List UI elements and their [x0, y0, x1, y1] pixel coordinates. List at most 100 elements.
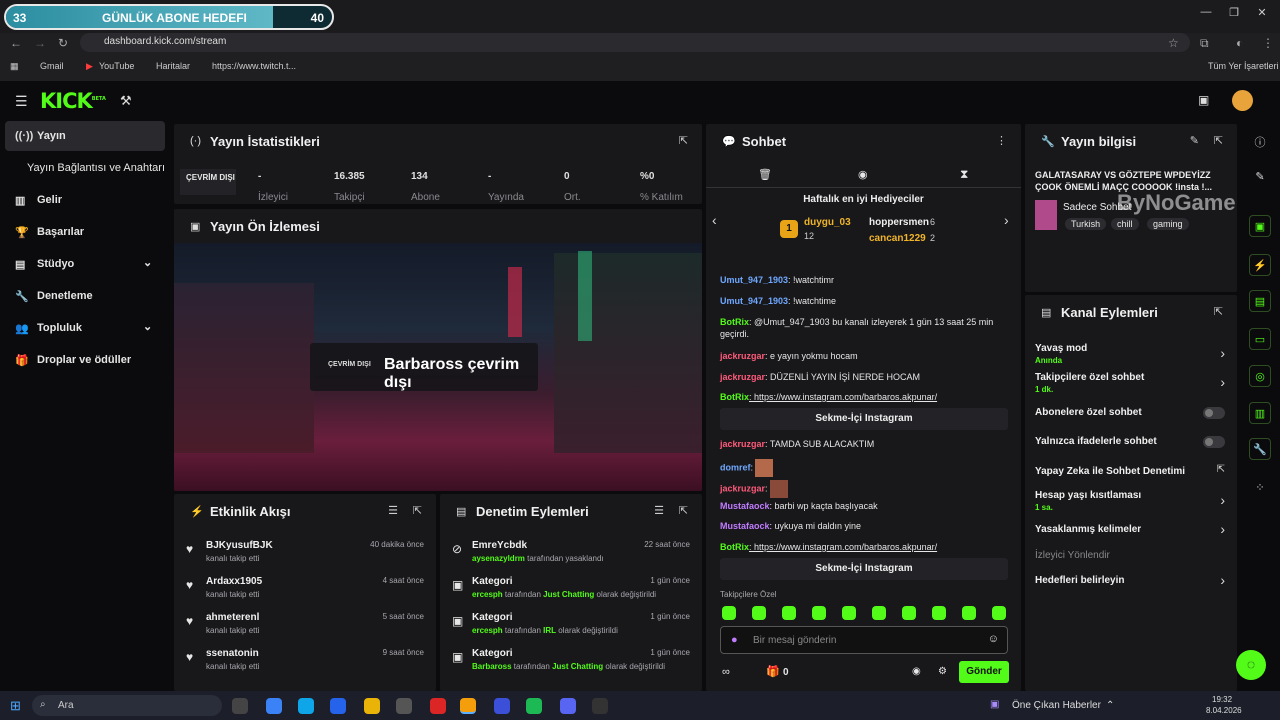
info-icon[interactable]: ⓘ: [1249, 130, 1271, 152]
chevron-right-icon[interactable]: ›: [1004, 212, 1009, 228]
emote[interactable]: [872, 606, 886, 620]
action-subs-only[interactable]: Abonelere özel sohbet: [1035, 407, 1215, 418]
explorer-icon[interactable]: [364, 698, 380, 714]
instagram-button[interactable]: Sekme-İçi Instagram: [720, 408, 1008, 430]
bolt-icon[interactable]: ⚡: [1249, 254, 1271, 276]
rail-icon[interactable]: ▥: [1249, 402, 1271, 424]
external-link-icon[interactable]: ⇱: [1217, 464, 1225, 475]
star-icon[interactable]: ☆: [1168, 36, 1179, 50]
bookmark-youtube[interactable]: YouTube: [99, 61, 134, 71]
avatar[interactable]: [1232, 90, 1253, 111]
extensions-icon[interactable]: ⧉: [1200, 36, 1209, 51]
emote[interactable]: [842, 606, 856, 620]
action-account-age[interactable]: Hesap yaşı kısıtlaması 1 sa.: [1035, 490, 1215, 512]
chevron-right-icon[interactable]: ›: [1220, 521, 1225, 537]
tools-icon[interactable]: ⚒: [120, 93, 132, 109]
minimize-icon[interactable]: —: [1196, 6, 1216, 22]
emoji-icon[interactable]: ☺: [988, 633, 999, 645]
chevron-right-icon[interactable]: ›: [1220, 572, 1225, 588]
chevron-left-icon[interactable]: ‹: [712, 212, 717, 228]
wallet-icon[interactable]: ▣: [1198, 93, 1209, 107]
chevron-right-icon[interactable]: ›: [1220, 374, 1225, 390]
copilot-icon[interactable]: [266, 698, 282, 714]
action-emotes-only[interactable]: Yalnızca ifadelerle sohbet: [1035, 436, 1215, 447]
action-slow-mode[interactable]: Yavaş mod Anında: [1035, 343, 1215, 365]
app-icon[interactable]: [494, 698, 510, 714]
emote[interactable]: [962, 606, 976, 620]
rail-icon[interactable]: ▤: [1249, 290, 1271, 312]
sidebar-item-denetleme[interactable]: 🔧 Denetleme: [5, 281, 165, 311]
chevron-right-icon[interactable]: ›: [1220, 492, 1225, 508]
chat-settings-icon[interactable]: ◉: [912, 666, 921, 677]
store-icon[interactable]: [330, 698, 346, 714]
chrome-icon[interactable]: [460, 698, 476, 714]
news-label[interactable]: Öne Çıkan Haberler: [1012, 700, 1101, 711]
hamburger-icon[interactable]: ☰: [15, 93, 28, 110]
bookmark-maps[interactable]: Haritalar: [156, 61, 190, 71]
sidebar-item-droplar[interactable]: 🎁 Droplar ve ödüller: [5, 345, 165, 375]
chevron-up-icon[interactable]: ⌃: [1106, 700, 1114, 711]
wrench-icon[interactable]: 🔧: [1249, 438, 1271, 460]
edit-icon[interactable]: ✎: [1190, 134, 1199, 147]
emote[interactable]: [722, 606, 736, 620]
popout-icon[interactable]: ⇱: [413, 504, 422, 517]
sidebar-item-topluluk[interactable]: 👥 Topluluk ⌄: [5, 313, 165, 343]
popout-icon[interactable]: ⇱: [1214, 134, 1223, 147]
sidebar-item-basarilar[interactable]: 🏆 Başarılar: [5, 217, 165, 247]
edit-icon[interactable]: ✎: [1249, 166, 1271, 188]
back-icon[interactable]: ←: [10, 36, 22, 50]
bookmark-all[interactable]: Tüm Yer İşaretleri: [1208, 61, 1279, 71]
obs-icon[interactable]: [592, 698, 608, 714]
apps-icon[interactable]: ▦: [10, 61, 19, 72]
action-followers-only[interactable]: Takipçilere özel sohbet 1 dk.: [1035, 372, 1215, 394]
forward-icon[interactable]: →: [34, 36, 46, 50]
sidebar-item-yayin[interactable]: ((·)) Yayın: [5, 121, 165, 151]
hourglass-icon[interactable]: ⧗: [960, 167, 968, 182]
gift-icon[interactable]: 🎁: [766, 665, 780, 678]
menu-icon[interactable]: ⋮: [1262, 36, 1274, 50]
emote[interactable]: [752, 606, 766, 620]
toggle-switch[interactable]: [1203, 436, 1225, 448]
popout-icon[interactable]: ⇱: [679, 504, 688, 517]
chevron-right-icon[interactable]: ›: [1220, 345, 1225, 361]
windows-icon[interactable]: ⊞: [10, 698, 21, 714]
reload-icon[interactable]: ↻: [58, 36, 68, 50]
bookmark-twitch[interactable]: https://www.twitch.t...: [212, 61, 296, 71]
emote[interactable]: [992, 606, 1006, 620]
filter-icon[interactable]: ☰: [388, 504, 398, 517]
spotify-icon[interactable]: [526, 698, 542, 714]
taskbar-search[interactable]: ⌕ Ara: [32, 695, 222, 716]
close-icon[interactable]: ✕: [1252, 6, 1272, 22]
emote[interactable]: [812, 606, 826, 620]
chat-input[interactable]: ● Bir mesaj gönderin ☺: [720, 626, 1008, 654]
taskview-icon[interactable]: [232, 698, 248, 714]
apps-icon[interactable]: ⁘: [1249, 477, 1271, 499]
chat-bubble-icon[interactable]: ◉: [858, 168, 868, 181]
kick-logo[interactable]: KICKBETA: [40, 89, 106, 113]
action-goals[interactable]: Hedefleri belirleyin: [1035, 575, 1215, 586]
emote[interactable]: [902, 606, 916, 620]
sidebar-item-studyo[interactable]: ▤ Stüdyo ⌄: [5, 249, 165, 279]
action-banned-words[interactable]: Yasaklanmış kelimeler: [1035, 524, 1215, 535]
maximize-icon[interactable]: ❐: [1224, 6, 1244, 22]
trash-icon[interactable]: 🗑: [758, 168, 772, 181]
address-bar[interactable]: dashboard.kick.com/stream: [80, 33, 1190, 52]
opera-icon[interactable]: [430, 698, 446, 714]
chat-icon[interactable]: ▭: [1249, 328, 1271, 350]
gear-icon[interactable]: ⚙: [938, 666, 947, 677]
profile-icon[interactable]: ◐: [1236, 36, 1243, 50]
kebab-icon[interactable]: ⋮: [996, 134, 1007, 147]
bookmark-gmail[interactable]: Gmail: [40, 61, 64, 71]
toggle-switch[interactable]: [1203, 407, 1225, 419]
sidebar-item-gelir[interactable]: ▥ Gelir: [5, 185, 165, 215]
xbox-icon[interactable]: [396, 698, 412, 714]
popout-icon[interactable]: ⇱: [1214, 305, 1223, 318]
instagram-button[interactable]: Sekme-İçi Instagram: [720, 558, 1008, 580]
action-ai-moderation[interactable]: Yapay Zeka ile Sohbet Denetimi: [1035, 466, 1215, 477]
rail-icon[interactable]: ▣: [1249, 215, 1271, 237]
action-host[interactable]: İzleyici Yönlendir: [1035, 550, 1215, 561]
sidebar-item-stream-key[interactable]: Yayın Bağlantısı ve Anahtarı: [5, 153, 165, 183]
emote[interactable]: [932, 606, 946, 620]
infinity-icon[interactable]: ∞: [722, 666, 730, 678]
filter-icon[interactable]: ☰: [654, 504, 664, 517]
